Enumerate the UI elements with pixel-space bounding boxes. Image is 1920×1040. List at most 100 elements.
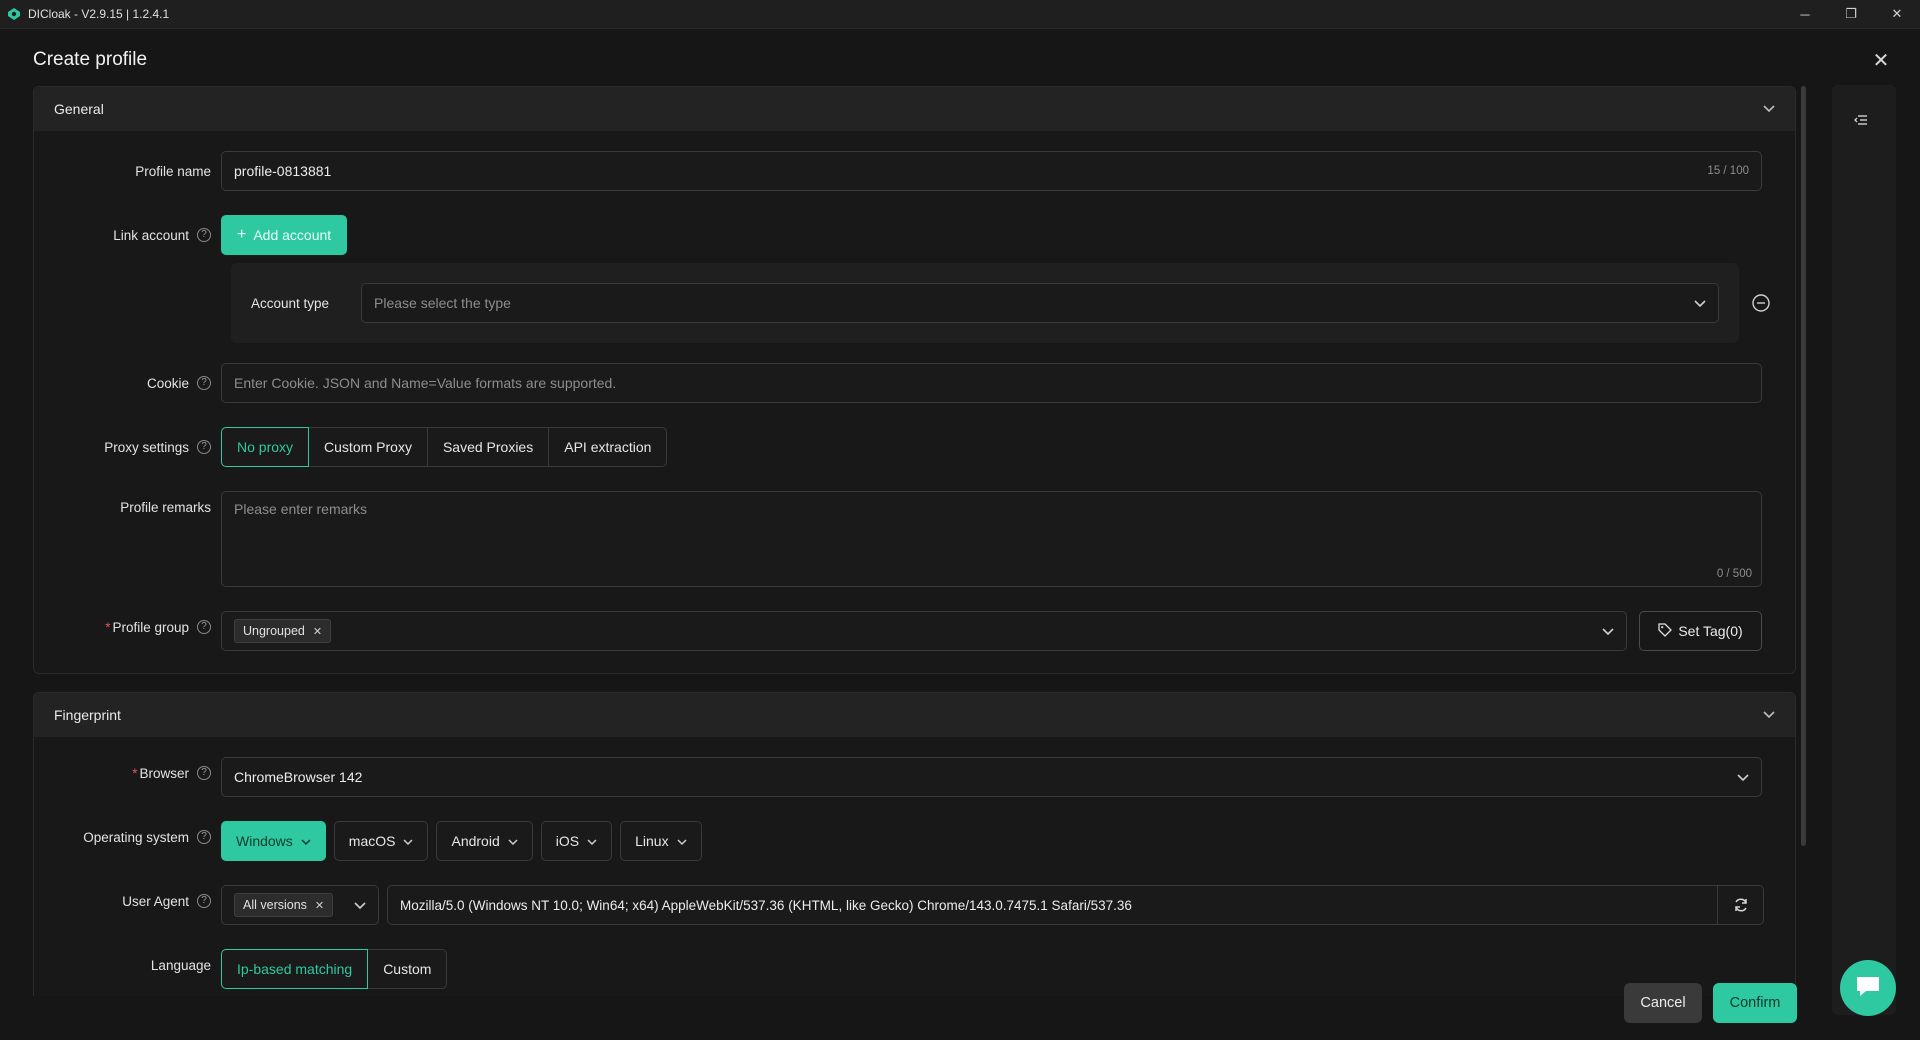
- profile-remarks-row: Profile remarks Please enter remarks 0 /…: [34, 491, 1795, 587]
- tag-remove-icon[interactable]: ✕: [315, 899, 324, 912]
- profile-name-row: Profile name profile-0813881 15 / 100: [34, 151, 1795, 191]
- language-segmented-control: Ip-based matching Custom: [221, 949, 448, 989]
- minimize-button[interactable]: ─: [1782, 0, 1828, 28]
- proxy-option-custom[interactable]: Custom Proxy: [308, 427, 428, 467]
- window-titlebar: DICloak - V2.9.15 | 1.2.4.1 ─ ❐ ✕: [0, 0, 1920, 28]
- tag-icon: [1658, 622, 1673, 640]
- os-option-macos[interactable]: macOS: [333, 821, 429, 861]
- profile-remarks-placeholder: Please enter remarks: [234, 501, 368, 517]
- confirm-button[interactable]: Confirm: [1713, 983, 1797, 1023]
- chevron-down-icon: [508, 833, 518, 849]
- account-type-panel: Account type Please select the type: [231, 263, 1739, 343]
- profile-name-value: profile-0813881: [234, 163, 332, 179]
- chevron-down-icon: [301, 833, 311, 849]
- window-title: DICloak - V2.9.15 | 1.2.4.1: [28, 7, 170, 21]
- user-agent-row: User Agent ? All versions ✕ Mozilla/5.0 …: [34, 885, 1795, 925]
- proxy-settings-row: Proxy settings ? No proxy Custom Proxy S…: [34, 427, 1795, 467]
- os-options: Windows macOS Android iOS Linux: [221, 821, 710, 861]
- cookie-label: Cookie: [146, 375, 189, 391]
- profile-name-label: Profile name: [135, 163, 211, 179]
- add-account-button[interactable]: + Add account: [221, 215, 348, 255]
- fingerprint-section-header[interactable]: Fingerprint: [34, 693, 1795, 737]
- profile-remarks-textarea[interactable]: Please enter remarks 0 / 500: [221, 491, 1762, 587]
- general-section-header[interactable]: General: [34, 87, 1795, 131]
- remove-account-icon[interactable]: [1751, 293, 1771, 316]
- proxy-settings-label: Proxy settings: [104, 439, 189, 455]
- add-account-label: Add account: [253, 227, 332, 243]
- proxy-option-api[interactable]: API extraction: [548, 427, 668, 467]
- section-nav-rail: [1832, 85, 1896, 1015]
- required-marker: *: [132, 765, 138, 781]
- os-option-android[interactable]: Android: [436, 821, 533, 861]
- os-option-ios[interactable]: iOS: [540, 821, 613, 861]
- help-icon[interactable]: ?: [197, 894, 211, 908]
- chevron-down-icon: [403, 833, 414, 849]
- help-icon[interactable]: ?: [197, 228, 211, 242]
- proxy-segmented-control: No proxy Custom Proxy Saved Proxies API …: [221, 427, 668, 467]
- language-label: Language: [150, 957, 211, 973]
- ua-version-select[interactable]: All versions ✕: [221, 885, 379, 925]
- fingerprint-section-title: Fingerprint: [54, 707, 121, 723]
- required-marker: *: [105, 619, 111, 635]
- os-option-windows-label: Windows: [236, 833, 293, 849]
- dialog-close-button[interactable]: ✕: [1868, 47, 1894, 73]
- account-type-select[interactable]: Please select the type: [361, 283, 1719, 323]
- chevron-down-icon: [587, 833, 597, 849]
- chat-icon: [1854, 974, 1882, 1003]
- dialog-title: Create profile: [33, 49, 148, 70]
- browser-select[interactable]: ChromeBrowser 142: [221, 757, 1762, 797]
- language-option-ip[interactable]: Ip-based matching: [221, 949, 369, 989]
- set-tag-label: Set Tag(0): [1678, 623, 1743, 639]
- help-icon[interactable]: ?: [197, 376, 211, 390]
- proxy-option-no-proxy[interactable]: No proxy: [221, 427, 310, 467]
- help-icon[interactable]: ?: [197, 620, 211, 634]
- browser-row: * Browser ? ChromeBrowser 142: [34, 757, 1795, 797]
- cookie-placeholder: Enter Cookie. JSON and Name=Value format…: [234, 375, 617, 391]
- chevron-down-icon[interactable]: [1763, 102, 1775, 116]
- account-type-placeholder: Please select the type: [374, 295, 511, 311]
- help-icon[interactable]: ?: [197, 830, 211, 844]
- profile-remarks-counter: 0 / 500: [1716, 568, 1752, 580]
- link-account-row: Link account ? + Add account: [34, 215, 1795, 255]
- outline-menu-icon[interactable]: [1854, 113, 1868, 130]
- browser-value: ChromeBrowser 142: [234, 769, 363, 785]
- help-icon[interactable]: ?: [197, 766, 211, 780]
- os-option-linux[interactable]: Linux: [620, 821, 702, 861]
- fingerprint-section: Fingerprint * Browser ? ChromeBrowser 142: [33, 692, 1796, 996]
- form-scroll-area[interactable]: General Profile name profile-0813881 15 …: [33, 86, 1796, 996]
- ungrouped-tag: Ungrouped ✕: [234, 619, 332, 643]
- language-option-custom[interactable]: Custom: [367, 949, 448, 989]
- refresh-icon[interactable]: [1717, 886, 1763, 924]
- chevron-down-icon: [1737, 769, 1749, 785]
- cancel-button[interactable]: Cancel: [1624, 983, 1702, 1023]
- user-agent-value: Mozilla/5.0 (Windows NT 10.0; Win64; x64…: [400, 897, 1132, 913]
- tag-remove-icon[interactable]: ✕: [313, 625, 322, 638]
- app-logo-icon: [6, 6, 22, 22]
- proxy-option-saved[interactable]: Saved Proxies: [426, 427, 550, 467]
- user-agent-input[interactable]: Mozilla/5.0 (Windows NT 10.0; Win64; x64…: [387, 885, 1764, 925]
- create-profile-dialog: Create profile ✕ General Profile name pr…: [0, 28, 1920, 1040]
- profile-group-select[interactable]: Ungrouped ✕: [221, 611, 1627, 651]
- cookie-input[interactable]: Enter Cookie. JSON and Name=Value format…: [221, 363, 1762, 403]
- link-account-label: Link account: [113, 227, 189, 243]
- all-versions-tag-label: All versions: [243, 898, 307, 912]
- profile-name-input[interactable]: profile-0813881 15 / 100: [221, 151, 1762, 191]
- account-type-row: Account type Please select the type: [34, 263, 1795, 343]
- window-close-button[interactable]: ✕: [1874, 0, 1920, 28]
- set-tag-button[interactable]: Set Tag(0): [1639, 611, 1762, 651]
- os-option-android-label: Android: [451, 833, 500, 849]
- operating-system-label: Operating system: [83, 829, 189, 845]
- vertical-scrollbar[interactable]: [1801, 86, 1806, 846]
- chat-support-button[interactable]: [1840, 960, 1896, 1016]
- chevron-down-icon: [677, 833, 687, 849]
- help-icon[interactable]: ?: [197, 440, 211, 454]
- account-type-label: Account type: [251, 295, 330, 311]
- operating-system-row: Operating system ? Windows macOS Android: [34, 821, 1795, 861]
- os-option-macos-label: macOS: [348, 833, 396, 849]
- os-option-windows[interactable]: Windows: [221, 821, 326, 861]
- chevron-down-icon[interactable]: [1763, 708, 1775, 722]
- cookie-row: Cookie ? Enter Cookie. JSON and Name=Val…: [34, 363, 1795, 403]
- profile-group-row: * Profile group ? Ungrouped ✕ Set Tag(0): [34, 611, 1795, 651]
- maximize-button[interactable]: ❐: [1828, 0, 1874, 28]
- chevron-down-icon: [1694, 295, 1706, 311]
